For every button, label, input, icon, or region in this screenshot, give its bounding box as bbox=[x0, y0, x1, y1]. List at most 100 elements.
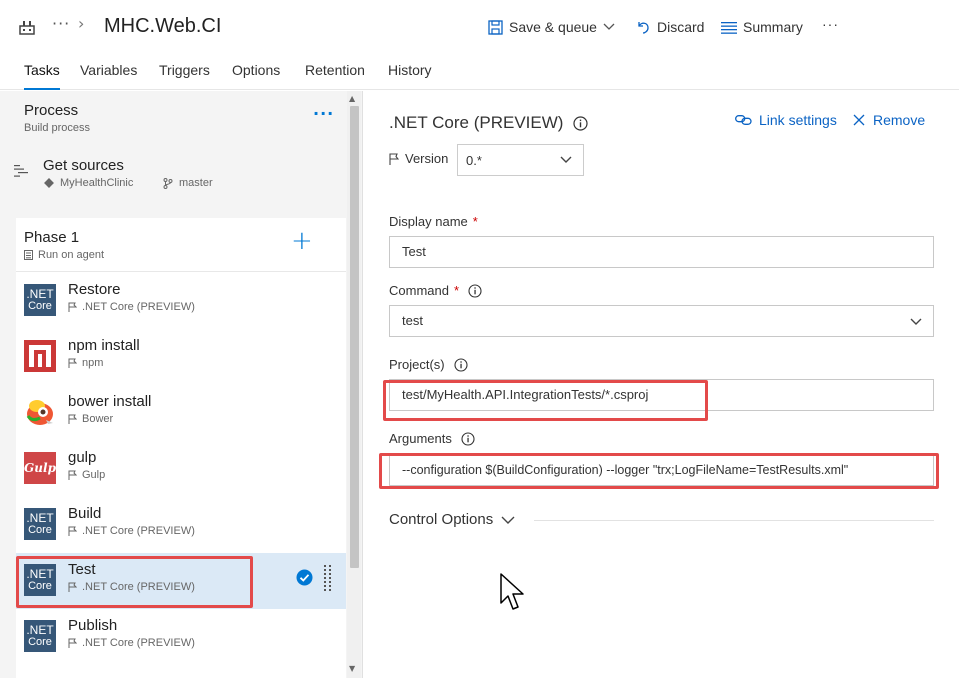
process-more-icon[interactable]: ··· bbox=[313, 104, 334, 123]
top-bar: ··· › MHC.Web.CI Save & queue Discard Su… bbox=[0, 0, 959, 56]
save-icon bbox=[488, 19, 503, 35]
list-icon bbox=[721, 21, 737, 34]
flag-icon bbox=[68, 582, 77, 592]
breadcrumb-chevron-icon: › bbox=[78, 14, 85, 33]
branch-icon bbox=[163, 177, 173, 189]
tab-options[interactable]: Options bbox=[232, 62, 280, 90]
task-npm-install[interactable]: npm install npm bbox=[16, 329, 346, 385]
display-name-input[interactable]: Test bbox=[389, 236, 934, 268]
task-name: bower install bbox=[68, 393, 152, 410]
dotnet-core-icon: .NET Core bbox=[24, 284, 56, 316]
git-repo-icon bbox=[44, 178, 54, 188]
control-options-toggle[interactable]: Control Options bbox=[389, 511, 515, 528]
task-subtitle: .NET Core (PREVIEW) bbox=[68, 581, 195, 593]
tab-triggers[interactable]: Triggers bbox=[159, 62, 210, 90]
task-subtitle: .NET Core (PREVIEW) bbox=[68, 301, 195, 313]
task-name: Build bbox=[68, 505, 102, 522]
more-actions-icon[interactable]: ··· bbox=[822, 15, 839, 33]
process-subtitle: Build process bbox=[24, 122, 91, 134]
chevron-down-icon bbox=[501, 516, 515, 524]
task-bower-install[interactable]: bower install Bower bbox=[16, 385, 346, 441]
task-subtitle: .NET Core (PREVIEW) bbox=[68, 637, 195, 649]
task-name: Restore bbox=[68, 281, 121, 298]
remove-button[interactable]: Remove bbox=[853, 112, 925, 128]
scrollbar-thumb[interactable] bbox=[350, 106, 359, 568]
drag-handle-icon[interactable] bbox=[324, 565, 332, 591]
version-label: Version bbox=[389, 151, 448, 166]
task-subtitle: Bower bbox=[68, 413, 113, 425]
task-name: npm install bbox=[68, 337, 140, 354]
checkmark-circle-icon bbox=[296, 569, 313, 586]
tab-tasks[interactable]: Tasks bbox=[24, 62, 60, 90]
chevron-down-icon bbox=[910, 318, 922, 325]
close-icon bbox=[853, 114, 865, 126]
save-queue-label: Save & queue bbox=[509, 19, 597, 35]
save-queue-button[interactable]: Save & queue bbox=[488, 18, 615, 36]
mouse-cursor-icon bbox=[500, 573, 524, 610]
task-name: Publish bbox=[68, 617, 118, 634]
phase-subtitle: Run on agent bbox=[24, 249, 104, 261]
task-build[interactable]: .NET Core Build .NET Core (PREVIEW) bbox=[16, 497, 346, 553]
process-title[interactable]: Process bbox=[24, 102, 78, 119]
dotnet-core-icon: .NET Core bbox=[24, 564, 56, 596]
projects-input[interactable]: test/MyHealth.API.IntegrationTests/*.csp… bbox=[389, 379, 934, 411]
get-sources-repo: MyHealthClinic bbox=[44, 177, 133, 189]
task-publish[interactable]: .NET Core Publish .NET Core (PREVIEW) bbox=[16, 609, 346, 665]
get-sources-icon bbox=[14, 165, 28, 177]
link-icon bbox=[735, 115, 752, 125]
page-title: MHC.Web.CI bbox=[104, 15, 222, 37]
gulp-icon: Gulp bbox=[24, 452, 56, 484]
info-icon[interactable] bbox=[454, 357, 468, 372]
task-detail-title: .NET Core (PREVIEW) bbox=[389, 113, 589, 133]
flag-icon bbox=[389, 152, 399, 165]
display-name-label: Display name * bbox=[389, 214, 478, 229]
task-subtitle: npm bbox=[68, 357, 103, 369]
summary-button[interactable]: Summary bbox=[721, 18, 803, 36]
server-icon bbox=[24, 250, 33, 260]
phase-agent-label: Run on agent bbox=[38, 249, 105, 261]
flag-icon bbox=[68, 358, 77, 368]
build-pipeline-icon bbox=[19, 21, 35, 35]
arguments-input[interactable]: --configuration $(BuildConfiguration) --… bbox=[389, 454, 934, 486]
version-select[interactable]: 0.* bbox=[457, 144, 584, 176]
chevron-down-icon bbox=[603, 23, 615, 30]
add-task-button[interactable]: + bbox=[291, 228, 313, 254]
task-name: gulp bbox=[68, 449, 97, 466]
breadcrumb-more-icon[interactable]: ··· bbox=[52, 14, 70, 33]
flag-icon bbox=[68, 470, 77, 480]
dotnet-core-icon: .NET Core bbox=[24, 620, 56, 652]
undo-icon bbox=[638, 21, 649, 34]
get-sources-branch: master bbox=[163, 177, 213, 189]
tab-retention[interactable]: Retention bbox=[305, 62, 365, 90]
command-select[interactable]: test bbox=[389, 305, 934, 337]
get-sources-title[interactable]: Get sources bbox=[43, 157, 124, 174]
info-icon[interactable] bbox=[461, 431, 475, 446]
flag-icon bbox=[68, 526, 77, 536]
discard-button[interactable]: Discard bbox=[636, 18, 704, 36]
task-restore[interactable]: .NET Core Restore .NET Core (PREVIEW) bbox=[16, 273, 346, 329]
summary-label: Summary bbox=[743, 19, 803, 35]
info-icon[interactable] bbox=[573, 115, 589, 131]
task-subtitle: Gulp bbox=[68, 469, 105, 481]
tab-bar: Tasks Variables Triggers Options Retenti… bbox=[0, 56, 959, 90]
task-test[interactable]: .NET Core Test .NET Core (PREVIEW) bbox=[16, 553, 346, 609]
divider bbox=[534, 520, 934, 521]
task-gulp[interactable]: Gulp gulp Gulp bbox=[16, 441, 346, 497]
bower-icon bbox=[26, 400, 53, 425]
scroll-up-icon[interactable]: ▲ bbox=[349, 94, 355, 103]
tab-history[interactable]: History bbox=[388, 62, 432, 90]
chevron-down-icon bbox=[560, 156, 572, 163]
scroll-down-icon[interactable]: ▼ bbox=[349, 664, 355, 673]
phase-title: Phase 1 bbox=[24, 229, 80, 246]
flag-icon bbox=[68, 302, 77, 312]
tab-variables[interactable]: Variables bbox=[80, 62, 137, 90]
task-subtitle: .NET Core (PREVIEW) bbox=[68, 525, 195, 537]
info-icon[interactable] bbox=[468, 283, 482, 298]
task-name: Test bbox=[68, 561, 96, 578]
projects-label: Project(s) bbox=[389, 357, 468, 372]
branch-name: master bbox=[179, 177, 213, 189]
link-settings-button[interactable]: Link settings bbox=[735, 112, 837, 128]
discard-label: Discard bbox=[657, 19, 705, 35]
flag-icon bbox=[68, 414, 77, 424]
npm-icon bbox=[24, 340, 56, 372]
